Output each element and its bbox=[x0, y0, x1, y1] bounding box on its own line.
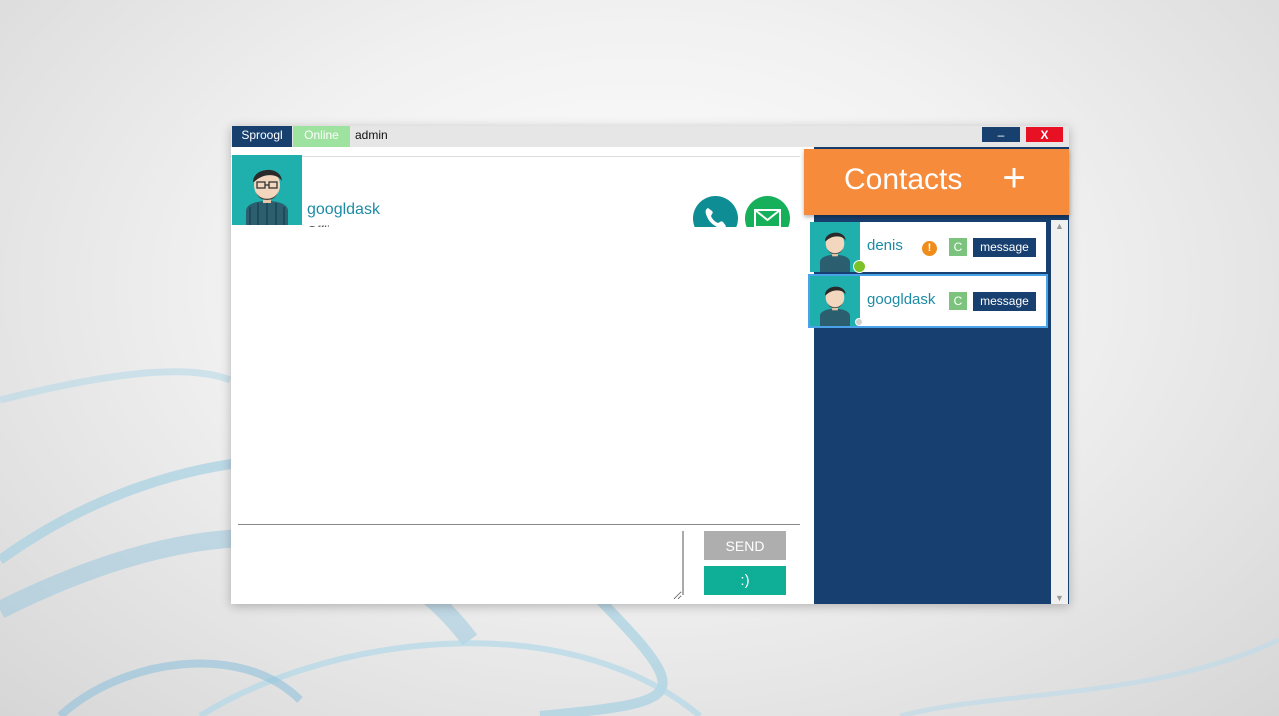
contact-badge[interactable]: C bbox=[949, 238, 967, 256]
contact-item-denis[interactable]: denis ! C message bbox=[810, 222, 1046, 273]
contact-name: googldask bbox=[867, 291, 936, 308]
scroll-up-icon[interactable]: ▲ bbox=[1051, 220, 1068, 232]
plus-icon: + bbox=[1002, 156, 1026, 200]
add-contact-button[interactable]: + bbox=[998, 158, 1030, 198]
contacts-panel bbox=[814, 147, 1069, 604]
send-button[interactable]: SEND bbox=[704, 531, 786, 560]
user-avatar-icon bbox=[810, 276, 860, 326]
contact-avatar bbox=[810, 276, 860, 326]
scroll-down-icon[interactable]: ▼ bbox=[1051, 592, 1068, 604]
message-button[interactable]: message bbox=[973, 292, 1036, 311]
user-avatar-icon bbox=[232, 155, 302, 225]
contact-badge[interactable]: C bbox=[949, 292, 967, 310]
close-button[interactable]: X bbox=[1026, 127, 1063, 142]
chat-contact-avatar bbox=[232, 155, 302, 225]
contacts-header: Contacts + bbox=[804, 149, 1069, 215]
compose-separator bbox=[682, 531, 684, 595]
contact-name: denis bbox=[867, 237, 903, 254]
contact-item-googldask[interactable]: googldask C message bbox=[808, 274, 1048, 328]
message-input[interactable] bbox=[238, 530, 682, 600]
contacts-title: Contacts bbox=[844, 163, 963, 196]
alert-icon[interactable]: ! bbox=[922, 241, 937, 256]
online-status-dot bbox=[853, 260, 866, 273]
emoji-button[interactable]: :) bbox=[704, 566, 786, 595]
compose-divider-line bbox=[238, 524, 800, 525]
title-bar[interactable]: Sproogl Online admin – X bbox=[231, 126, 1069, 147]
contacts-scrollbar[interactable]: ▲ ▼ bbox=[1051, 220, 1068, 604]
status-indicator[interactable]: Online bbox=[293, 126, 350, 147]
chat-contact-name: googldask bbox=[307, 201, 380, 218]
offline-status-dot bbox=[855, 318, 863, 326]
chat-header: googldask Offline bbox=[231, 156, 800, 241]
chat-window: Sproogl Online admin – X googldask Offli… bbox=[231, 126, 1069, 604]
message-history[interactable] bbox=[231, 227, 800, 523]
username-label: admin bbox=[355, 128, 388, 142]
app-name: Sproogl bbox=[232, 126, 292, 147]
minimize-button[interactable]: – bbox=[982, 127, 1020, 142]
message-button[interactable]: message bbox=[973, 238, 1036, 257]
